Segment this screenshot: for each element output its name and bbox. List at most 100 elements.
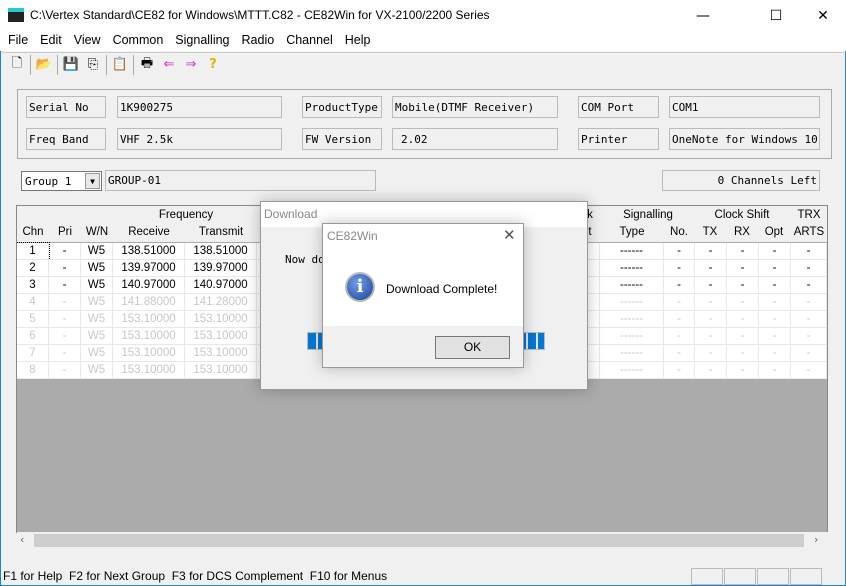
cell-no[interactable]: - (664, 311, 695, 328)
menu-radio[interactable]: Radio (236, 31, 281, 51)
cell-rx[interactable]: 153.10000 (113, 328, 185, 345)
cell-rx[interactable]: 141.88000 (113, 294, 185, 311)
cell-chn[interactable]: 4 (17, 294, 49, 311)
cell-arts[interactable]: - (791, 294, 827, 311)
cell-pri[interactable]: - (49, 311, 81, 328)
maximize-button[interactable]: ☐ (753, 0, 799, 31)
cell-opt[interactable]: - (759, 311, 791, 328)
cell-tx[interactable]: 153.10000 (185, 362, 257, 379)
cell-rx[interactable]: 138.51000 (113, 243, 185, 260)
new-icon[interactable]: 🗋 (6, 55, 28, 75)
menu-signalling[interactable]: Signalling (169, 31, 235, 51)
cell-chn[interactable]: 8 (17, 362, 49, 379)
download-icon[interactable]: ⇒ (180, 55, 202, 75)
cell-wn[interactable]: W5 (81, 260, 113, 277)
cell-rx[interactable]: 153.10000 (113, 362, 185, 379)
cell-arts[interactable]: - (791, 328, 827, 345)
cell-arts[interactable]: - (791, 345, 827, 362)
cell-wn[interactable]: W5 (81, 345, 113, 362)
menu-common[interactable]: Common (107, 31, 170, 51)
cell-cstx[interactable]: - (695, 243, 727, 260)
cell-tx[interactable]: 153.10000 (185, 328, 257, 345)
cell-pri[interactable]: - (49, 328, 81, 345)
cell-cstx[interactable]: - (695, 345, 727, 362)
close-button[interactable]: ✕ (800, 0, 846, 31)
cell-type[interactable]: ------ (600, 260, 664, 277)
ok-button[interactable]: OK (435, 336, 510, 359)
cell-opt[interactable]: - (759, 260, 791, 277)
scroll-thumb[interactable] (34, 534, 804, 547)
cell-opt[interactable]: - (759, 243, 791, 260)
cell-chn[interactable]: 2 (17, 260, 49, 277)
cell-cstx[interactable]: - (695, 260, 727, 277)
minimize-button[interactable]: — (680, 0, 726, 31)
menu-channel[interactable]: Channel (280, 31, 339, 51)
cell-chn[interactable]: 7 (17, 345, 49, 362)
save-icon[interactable]: 💾 (60, 55, 82, 75)
cell-type[interactable]: ------ (600, 345, 664, 362)
cell-no[interactable]: - (664, 328, 695, 345)
cell-no[interactable]: - (664, 277, 695, 294)
cell-cstx[interactable]: - (695, 294, 727, 311)
cell-chn[interactable]: 5 (17, 311, 49, 328)
horizontal-scrollbar[interactable]: ‹ › (17, 532, 828, 549)
close-icon[interactable]: ✕ (503, 226, 516, 244)
cell-arts[interactable]: - (791, 260, 827, 277)
scroll-right-icon[interactable]: › (814, 533, 818, 546)
open-icon[interactable]: 📂 (33, 55, 55, 75)
cell-wn[interactable]: W5 (81, 243, 113, 260)
cell-cstx[interactable]: - (695, 362, 727, 379)
cell-tx[interactable]: 153.10000 (185, 345, 257, 362)
cell-type[interactable]: ------ (600, 328, 664, 345)
cell-tx[interactable]: 138.51000 (185, 243, 257, 260)
cell-wn[interactable]: W5 (81, 362, 113, 379)
cell-cstx[interactable]: - (695, 328, 727, 345)
cell-arts[interactable]: - (791, 311, 827, 328)
group-name-field[interactable]: GROUP-01 (105, 170, 376, 191)
cell-tx[interactable]: 141.28000 (185, 294, 257, 311)
print-icon[interactable]: 🖶 (136, 55, 158, 75)
cell-rx[interactable]: 153.10000 (113, 311, 185, 328)
cell-opt[interactable]: - (759, 277, 791, 294)
cell-csrx[interactable]: - (727, 243, 759, 260)
cell-tx[interactable]: 153.10000 (185, 311, 257, 328)
cell-rx[interactable]: 153.10000 (113, 345, 185, 362)
paste-icon[interactable]: 📋 (109, 55, 131, 75)
cell-arts[interactable]: - (791, 243, 827, 260)
cell-pri[interactable]: - (49, 243, 81, 260)
cell-pri[interactable]: - (49, 362, 81, 379)
cell-rx[interactable]: 139.97000 (113, 260, 185, 277)
chevron-down-icon[interactable]: ▼ (85, 173, 100, 189)
cell-pri[interactable]: - (49, 260, 81, 277)
cell-arts[interactable]: - (791, 362, 827, 379)
menu-edit[interactable]: Edit (34, 31, 68, 51)
cell-type[interactable]: ------ (600, 243, 664, 260)
cell-chn[interactable]: 6 (17, 328, 49, 345)
cell-csrx[interactable]: - (727, 328, 759, 345)
cell-wn[interactable]: W5 (81, 294, 113, 311)
cell-csrx[interactable]: - (727, 345, 759, 362)
menu-file[interactable]: File (2, 31, 34, 51)
cell-tx[interactable]: 139.97000 (185, 260, 257, 277)
cell-csrx[interactable]: - (727, 260, 759, 277)
cell-type[interactable]: ------ (600, 362, 664, 379)
cell-no[interactable]: - (664, 243, 695, 260)
cell-rx[interactable]: 140.97000 (113, 277, 185, 294)
cell-cstx[interactable]: - (695, 277, 727, 294)
cell-no[interactable]: - (664, 345, 695, 362)
scroll-left-icon[interactable]: ‹ (20, 533, 24, 546)
cell-chn[interactable]: 3 (17, 277, 49, 294)
cell-csrx[interactable]: - (727, 294, 759, 311)
cell-wn[interactable]: W5 (81, 311, 113, 328)
cell-arts[interactable]: - (791, 277, 827, 294)
cell-type[interactable]: ------ (600, 311, 664, 328)
cell-no[interactable]: - (664, 294, 695, 311)
cell-wn[interactable]: W5 (81, 328, 113, 345)
menu-view[interactable]: View (68, 31, 107, 51)
cell-type[interactable]: ------ (600, 294, 664, 311)
upload-icon[interactable]: ⇐ (158, 55, 180, 75)
cell-chn[interactable]: 1 (17, 242, 50, 261)
cell-csrx[interactable]: - (727, 277, 759, 294)
cell-opt[interactable]: - (759, 294, 791, 311)
help-icon[interactable]: ? (202, 55, 224, 75)
